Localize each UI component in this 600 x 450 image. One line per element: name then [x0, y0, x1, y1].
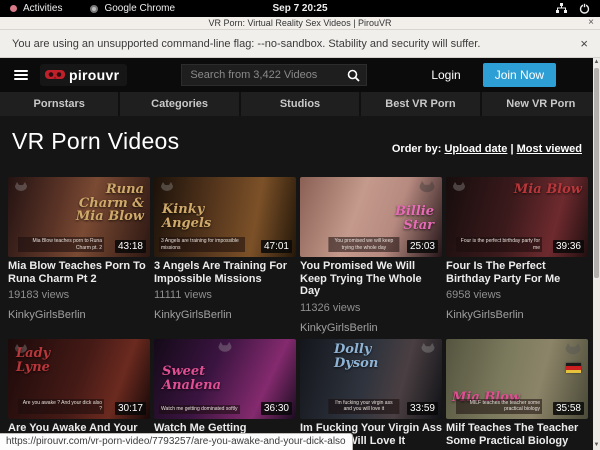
- order-by-upload-date-link[interactable]: Upload date: [444, 143, 507, 155]
- thumbnail-caption: You promised we will keep trying the who…: [328, 237, 399, 252]
- warning-close-icon[interactable]: ×: [580, 36, 588, 51]
- content-area: VR Porn Videos Order by: Upload date | M…: [0, 116, 600, 450]
- video-thumbnail[interactable]: Billie Star You promised we will keep tr…: [300, 177, 442, 257]
- duration-badge: 36:30: [261, 402, 292, 415]
- video-title-link[interactable]: Mia Blow Teaches Porn To Runa Charm Pt 2: [8, 260, 150, 285]
- views-count: 6958 views: [446, 289, 588, 301]
- status-url-popup: https://pirouvr.com/vr-porn-video/779325…: [0, 433, 353, 450]
- thumbnail-caption: Mia Blow teaches porn to Runa Charm pt. …: [18, 237, 104, 252]
- join-now-button[interactable]: Join Now: [483, 63, 556, 87]
- login-link[interactable]: Login: [431, 68, 460, 82]
- studio-logo-cat-mask-icon: [160, 181, 174, 199]
- scrollbar[interactable]: ▲ ▼: [593, 58, 600, 450]
- warning-infobar: You are using an unsupported command-lin…: [0, 30, 600, 58]
- video-thumbnail[interactable]: Mia Blow Four is the perfect birthday pa…: [446, 177, 588, 257]
- thumbnail-overlay-name: Lady Lyne: [16, 347, 86, 374]
- studio-logo-cat-mask-icon: [217, 342, 233, 360]
- video-thumbnail[interactable]: Kinky Angels 3 Angels are training for i…: [154, 177, 296, 257]
- page-title: VR Porn Videos: [12, 128, 179, 155]
- webpage: pirouvr Login Join Now Pornstars Categor…: [0, 58, 600, 450]
- studio-logo-cat-mask-icon: [564, 343, 582, 363]
- window-titlebar: VR Porn: Virtual Reality Sex Videos | Pi…: [0, 17, 600, 30]
- video-thumbnail[interactable]: Sweet Analena Watch me getting dominated…: [154, 339, 296, 419]
- studio-link[interactable]: KinkyGirlsBerlin: [8, 309, 150, 321]
- views-count: 19183 views: [8, 289, 150, 301]
- order-by-separator: |: [510, 143, 513, 155]
- views-count: 11111 views: [154, 289, 296, 301]
- video-card: Billie Star You promised we will keep tr…: [300, 177, 442, 334]
- duration-badge: 43:18: [115, 240, 146, 253]
- video-grid: Runa Charm & Mia Blow Mia Blow teaches p…: [8, 177, 592, 450]
- studio-logo-cat-mask-icon: [452, 181, 466, 199]
- thumbnail-overlay-name: Mia Blow: [514, 183, 582, 197]
- thumbnail-caption: Are you awake ? And your dick also ?: [18, 399, 104, 414]
- thumbnail-caption: I'm fucking your virgin ass and you will…: [328, 399, 399, 414]
- studio-logo-cat-mask-icon: [14, 181, 28, 199]
- thumbnail-overlay-name: Sweet Analena: [162, 365, 237, 392]
- order-by-controls: Order by: Upload date | Most viewed: [392, 143, 582, 155]
- nav-item-pornstars[interactable]: Pornstars: [0, 92, 120, 116]
- video-title-link[interactable]: You Promised We Will Keep Trying The Who…: [300, 260, 442, 298]
- thumbnail-overlay-name: Billie Star: [364, 205, 434, 232]
- duration-badge: 35:58: [553, 402, 584, 415]
- video-card: Mia Blow Four is the perfect birthday pa…: [446, 177, 588, 334]
- studio-link[interactable]: KinkyGirlsBerlin: [446, 309, 588, 321]
- logo-text: pirouvr: [69, 67, 119, 83]
- search-button[interactable]: [341, 64, 367, 86]
- thumbnail-caption: Watch me getting dominated softly: [159, 405, 240, 414]
- nav-item-new-vr-porn[interactable]: New VR Porn: [482, 92, 600, 116]
- search-bar: [181, 64, 367, 86]
- studio-logo-cat-mask-icon: [418, 181, 436, 201]
- clock[interactable]: Sep 7 20:25: [0, 3, 600, 14]
- thumbnail-overlay-name: Dolly Dyson: [334, 343, 414, 370]
- studio-link[interactable]: KinkyGirlsBerlin: [154, 309, 296, 321]
- studio-link[interactable]: KinkyGirlsBerlin: [300, 322, 442, 334]
- video-title-link[interactable]: 3 Angels Are Training For Impossible Mis…: [154, 260, 296, 285]
- duration-badge: 30:17: [115, 402, 146, 415]
- video-card: Kinky Angels 3 Angels are training for i…: [154, 177, 296, 334]
- nav-item-studios[interactable]: Studios: [241, 92, 361, 116]
- vr-goggles-icon: [45, 69, 65, 81]
- nav-item-categories[interactable]: Categories: [120, 92, 240, 116]
- duration-badge: 33:59: [407, 402, 438, 415]
- duration-badge: 47:01: [261, 240, 292, 253]
- search-icon: [347, 69, 360, 82]
- german-flag-icon: [566, 363, 581, 373]
- scroll-up-arrow-icon[interactable]: ▲: [593, 58, 600, 67]
- site-logo[interactable]: pirouvr: [40, 64, 127, 86]
- video-card: Runa Charm & Mia Blow Mia Blow teaches p…: [8, 177, 150, 334]
- video-title-link[interactable]: Four Is The Perfect Birthday Party For M…: [446, 260, 588, 285]
- window-title: VR Porn: Virtual Reality Sex Videos | Pi…: [208, 18, 391, 28]
- scrollbar-thumb[interactable]: [594, 68, 599, 278]
- video-thumbnail[interactable]: Runa Charm & Mia Blow Mia Blow teaches p…: [8, 177, 150, 257]
- thumbnail-caption: Four is the perfect birthday party for m…: [456, 237, 542, 252]
- warning-text: You are using an unsupported command-lin…: [12, 38, 480, 50]
- site-header: pirouvr Login Join Now: [0, 58, 600, 92]
- order-by-most-viewed-link[interactable]: Most viewed: [517, 143, 582, 155]
- duration-badge: 39:36: [553, 240, 584, 253]
- video-title-link[interactable]: Milf Teaches The Teacher Some Practical …: [446, 422, 588, 447]
- video-thumbnail[interactable]: Dolly Dyson I'm fucking your virgin ass …: [300, 339, 442, 419]
- video-thumbnail[interactable]: Lady Lyne Are you awake ? And your dick …: [8, 339, 150, 419]
- thumbnail-caption: MILF teaches the teacher some practical …: [456, 399, 542, 414]
- video-thumbnail[interactable]: Mia Blow MILF teaches the teacher some p…: [446, 339, 588, 419]
- search-input[interactable]: [181, 64, 341, 86]
- video-card: Mia Blow MILF teaches the teacher some p…: [446, 339, 588, 450]
- system-bar: Activities Google Chrome Sep 7 20:25: [0, 0, 600, 17]
- studio-logo-cat-mask-icon: [420, 343, 436, 361]
- window-close-icon[interactable]: ×: [588, 17, 594, 29]
- views-count: 11326 views: [300, 302, 442, 314]
- thumbnail-overlay-name: Kinky Angels: [162, 203, 237, 230]
- thumbnail-overlay-name: Runa Charm & Mia Blow: [74, 183, 144, 224]
- thumbnail-caption: 3 Angels are training for impossible mis…: [159, 237, 245, 252]
- duration-badge: 25:03: [407, 240, 438, 253]
- main-nav: Pornstars Categories Studios Best VR Por…: [0, 92, 600, 116]
- scroll-down-arrow-icon[interactable]: ▼: [593, 441, 600, 450]
- nav-item-best-vr-porn[interactable]: Best VR Porn: [361, 92, 481, 116]
- order-by-label: Order by:: [392, 143, 442, 155]
- hamburger-menu-icon[interactable]: [14, 70, 28, 80]
